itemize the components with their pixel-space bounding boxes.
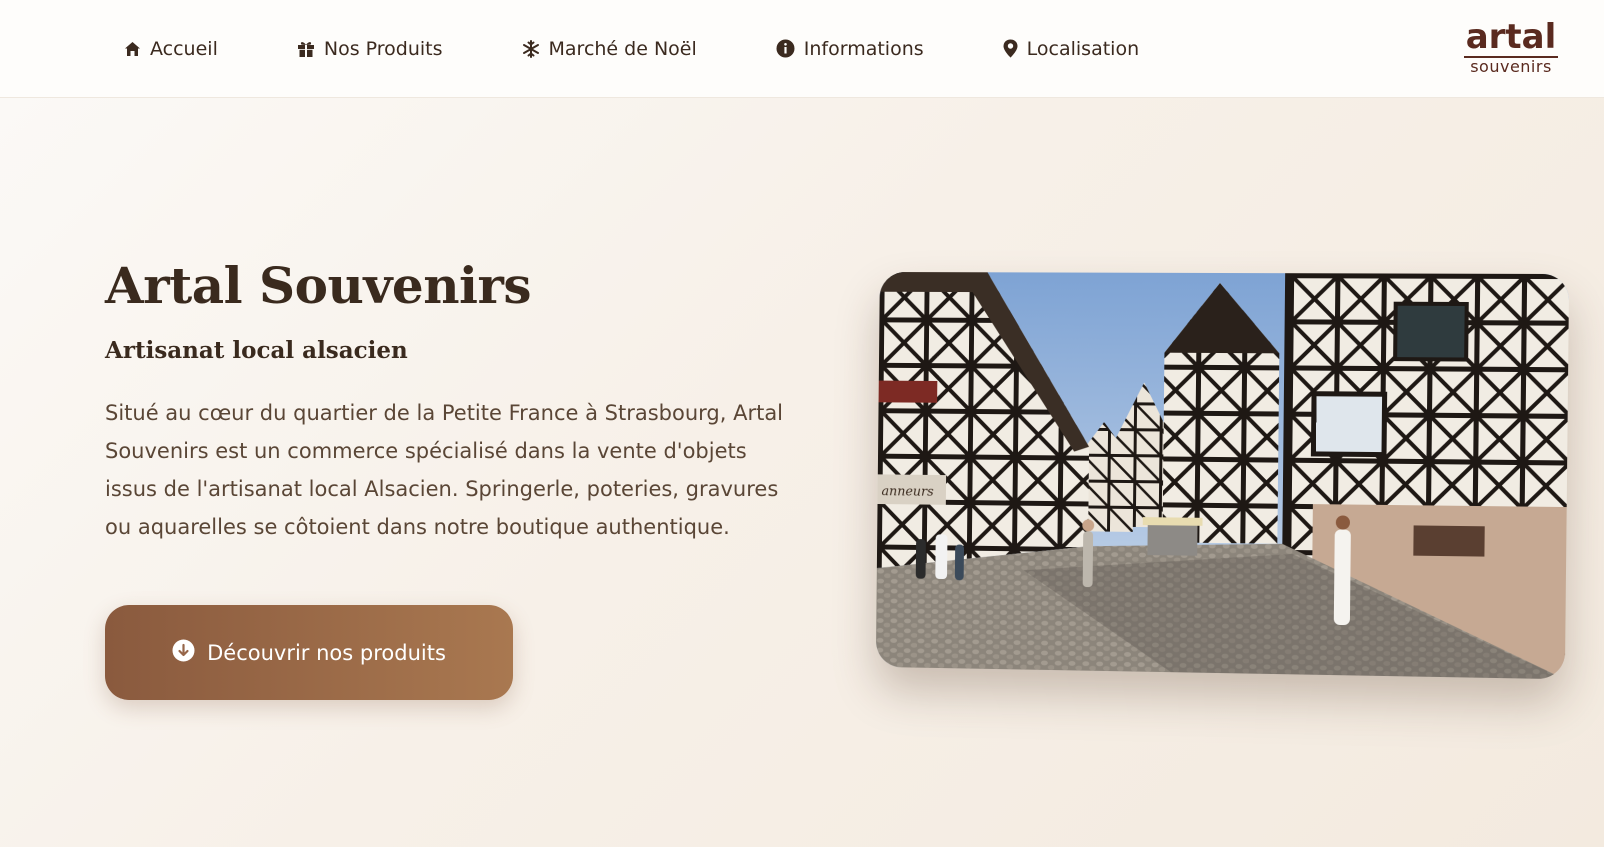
hero-description: Situé au cœur du quartier de la Petite F… [105,401,784,539]
hero-text-block: Artal Souvenirs Artisanat local alsacien… [105,256,805,546]
nav-item-label: Localisation [1026,37,1140,60]
hero-section: Artal Souvenirs Artisanat local alsacien… [0,98,1604,847]
nav-item-label: Accueil [150,37,218,60]
brand-logo[interactable]: artal souvenirs [1464,20,1558,76]
top-navbar: Accueil Nos Produits Marché de Noël Info… [0,0,1604,98]
nav-item-label: Informations [803,37,924,60]
nav-item-accueil[interactable]: Accueil [124,38,218,60]
snowflake-icon [522,39,540,58]
cta-label: Découvrir nos produits [207,640,446,665]
hero-subtitle: Artisanat local alsacien [105,337,408,364]
main-nav: Accueil Nos Produits Marché de Noël Info… [124,38,1218,60]
nav-item-localisation[interactable]: Localisation [1003,38,1139,60]
petite-france-photo: anneurs [875,271,1570,680]
nav-item-label: Nos Produits [323,37,443,60]
discover-products-button[interactable]: Découvrir nos produits [105,605,513,700]
nav-item-label: Marché de Noël [548,37,697,60]
shop-sign-text: anneurs [881,484,934,500]
info-circle-icon [776,39,795,58]
nav-item-marche-de-noel[interactable]: Marché de Noël [522,38,697,60]
arrow-down-circle-icon [172,639,195,667]
hero-title: Artal Souvenirs [105,256,532,315]
nav-item-nos-produits[interactable]: Nos Produits [297,38,443,60]
gift-icon [297,40,315,58]
home-icon [124,41,141,57]
nav-item-informations[interactable]: Informations [776,38,924,60]
logo-wordmark: artal [1465,17,1557,57]
map-pin-icon [1003,39,1018,58]
logo-tagline: souvenirs [1470,57,1552,76]
